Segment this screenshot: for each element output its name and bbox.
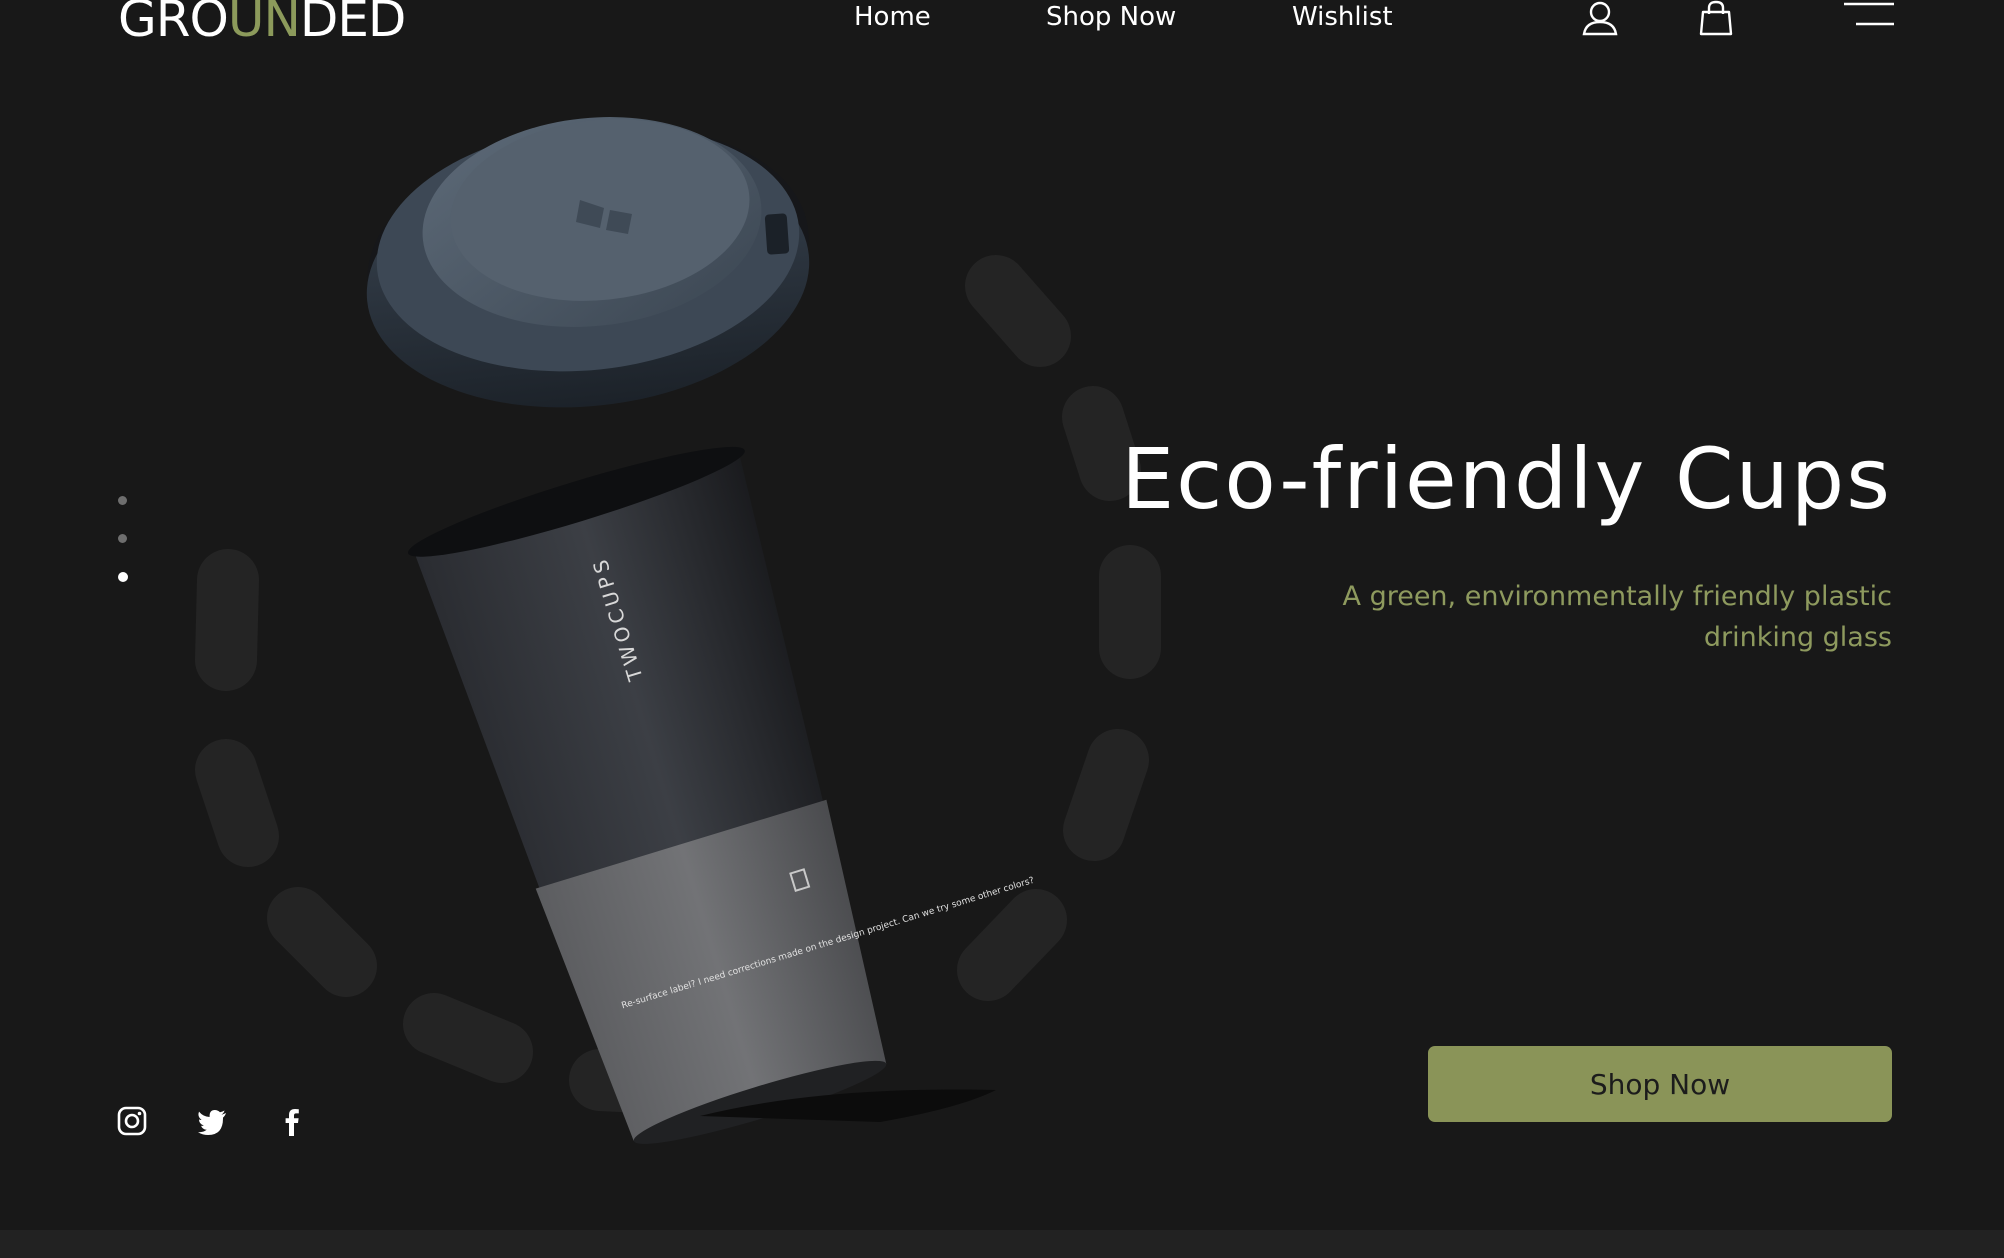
twitter-icon[interactable] <box>196 1104 228 1138</box>
nav-shop-now-link[interactable]: Shop Now <box>1046 2 1176 33</box>
user-icon[interactable] <box>1580 0 1620 38</box>
nav-wishlist-link[interactable]: Wishlist <box>1292 2 1393 33</box>
shopping-bag-icon[interactable] <box>1696 0 1736 38</box>
facebook-icon[interactable] <box>276 1104 308 1138</box>
brand-logo[interactable]: GROUNDED <box>118 0 406 44</box>
shop-now-button[interactable]: Shop Now <box>1428 1046 1892 1122</box>
hero-title: Eco-friendly Cups <box>1121 430 1892 528</box>
cup-lid <box>366 117 810 408</box>
hero-subtitle: A green, environmentally friendly plasti… <box>1342 581 1892 653</box>
nav-home-link[interactable]: Home <box>854 2 931 33</box>
menu-icon[interactable] <box>1842 0 1896 38</box>
landing-page: TWOCUPS Re-surface label? I need correct… <box>0 0 2004 1230</box>
instagram-icon[interactable] <box>116 1104 148 1138</box>
bottom-strip <box>0 1230 2004 1258</box>
carousel-dot-1[interactable] <box>118 496 127 505</box>
carousel-dot-3-active[interactable] <box>118 572 128 582</box>
carousel-dot-2[interactable] <box>118 534 127 543</box>
